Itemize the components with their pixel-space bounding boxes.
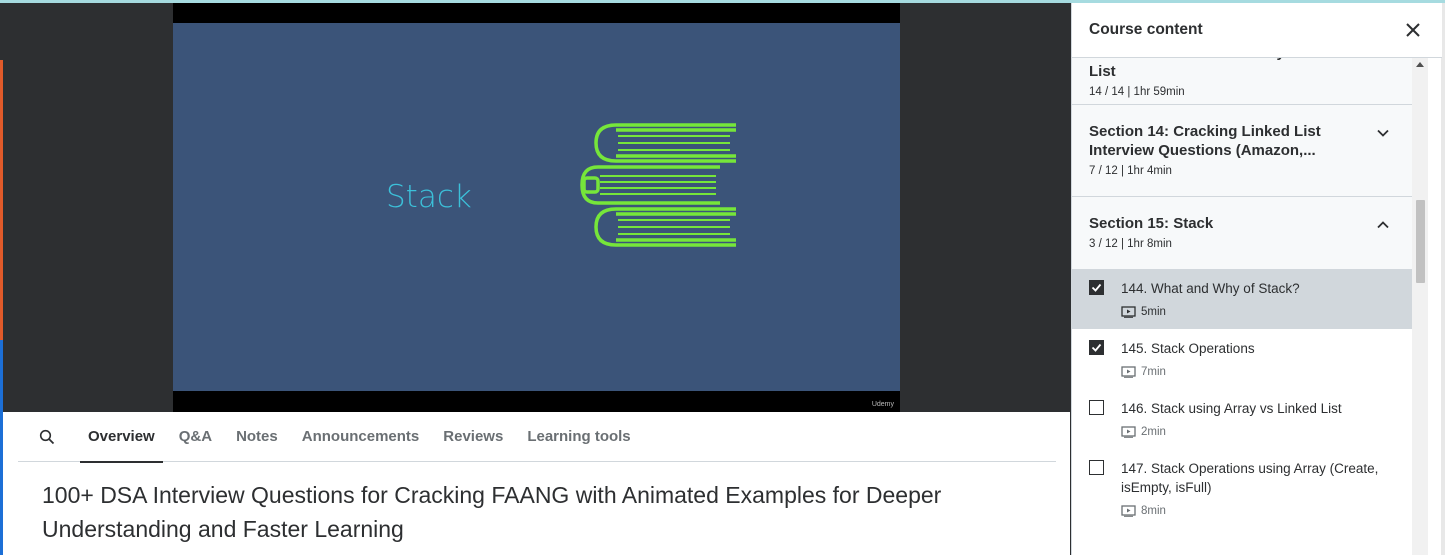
sidebar-scrollbar[interactable] (1412, 58, 1428, 555)
course-title: 100+ DSA Interview Questions for Crackin… (42, 482, 942, 542)
sidebar-title: Course content (1089, 21, 1203, 38)
section-13[interactable]: Section 13: Circular Doubly Linked List … (1072, 58, 1412, 105)
video-player-area[interactable]: Stack Udemy (3, 3, 1070, 412)
chevron-down-icon (1377, 129, 1389, 137)
lecture-meta: 5min (1121, 306, 1412, 318)
tab-overview[interactable]: Overview (76, 412, 167, 463)
lecture-title: 147. Stack Operations using Array (Creat… (1121, 461, 1379, 495)
section-title: Section 14: Cracking Linked List Intervi… (1089, 123, 1321, 159)
section-14[interactable]: Section 14: Cracking Linked List Intervi… (1072, 105, 1412, 197)
close-sidebar-button[interactable] (1401, 18, 1425, 42)
lecture-title: 146. Stack using Array vs Linked List (1121, 401, 1342, 416)
tab-reviews[interactable]: Reviews (431, 412, 515, 462)
lecture-title: 145. Stack Operations (1121, 341, 1255, 356)
checkmark-icon (1091, 343, 1102, 352)
tab-notes[interactable]: Notes (224, 412, 290, 462)
tab-learning-tools[interactable]: Learning tools (515, 412, 642, 462)
close-icon (1406, 23, 1420, 37)
search-icon (39, 429, 55, 444)
video-icon (1121, 426, 1136, 438)
lecture-item[interactable]: 147. Stack Operations using Array (Creat… (1072, 449, 1412, 529)
lecture-complete-checkbox[interactable] (1089, 460, 1104, 475)
lecture-meta: 2min (1121, 426, 1412, 438)
curriculum-list: Section 13: Circular Doubly Linked List … (1072, 58, 1412, 555)
section-title: Section 15: Stack (1089, 215, 1214, 232)
chevron-up-icon (1377, 221, 1389, 229)
course-tabs: Overview Q&A Notes Announcements Reviews… (18, 412, 1056, 463)
section-meta: 7 / 12 | 1hr 4min (1089, 165, 1172, 177)
tab-qa[interactable]: Q&A (167, 412, 224, 462)
lecture-meta: 7min (1121, 366, 1412, 378)
sidebar-header: Course content (1072, 3, 1442, 58)
course-content-sidebar: Course content Section 13: Circular Doub… (1071, 3, 1442, 555)
video-player[interactable]: Stack Udemy (173, 3, 900, 412)
slide-title: Stack (386, 179, 472, 215)
section-meta: 14 / 14 | 1hr 59min (1089, 86, 1185, 98)
tab-announcements[interactable]: Announcements (290, 412, 432, 462)
lecture-duration: 5min (1141, 306, 1166, 318)
video-icon (1121, 505, 1136, 517)
lecture-complete-checkbox[interactable] (1089, 280, 1104, 295)
lecture-duration: 8min (1141, 505, 1166, 517)
lecture-duration: 7min (1141, 366, 1166, 378)
checkmark-icon (1091, 283, 1102, 292)
lecture-duration: 2min (1141, 426, 1166, 438)
section-15[interactable]: Section 15: Stack 3 / 12 | 1hr 8min (1072, 197, 1412, 269)
lecture-item[interactable]: 144. What and Why of Stack? 5min (1072, 269, 1412, 329)
page-scrollbar[interactable] (1441, 3, 1445, 555)
lecture-item[interactable]: 146. Stack using Array vs Linked List 2m… (1072, 389, 1412, 449)
video-watermark: Udemy (871, 401, 894, 408)
video-icon (1121, 306, 1136, 318)
course-details-panel: Overview Q&A Notes Announcements Reviews… (3, 412, 1070, 555)
lecture-slide: Stack (173, 23, 900, 391)
stack-of-books-icon (580, 123, 736, 247)
section-title: Section 13: Circular Doubly Linked List (1089, 58, 1337, 80)
lecture-title: 144. What and Why of Stack? (1121, 281, 1300, 296)
lecture-complete-checkbox[interactable] (1089, 400, 1104, 415)
section-meta: 3 / 12 | 1hr 8min (1089, 238, 1172, 250)
search-button[interactable] (18, 413, 76, 461)
video-icon (1121, 366, 1136, 378)
lecture-item[interactable]: 145. Stack Operations 7min (1072, 329, 1412, 389)
scroll-up-arrow-icon[interactable] (1416, 62, 1424, 67)
lecture-meta: 8min (1121, 505, 1412, 517)
lecture-complete-checkbox[interactable] (1089, 340, 1104, 355)
scrollbar-thumb[interactable] (1416, 200, 1425, 283)
